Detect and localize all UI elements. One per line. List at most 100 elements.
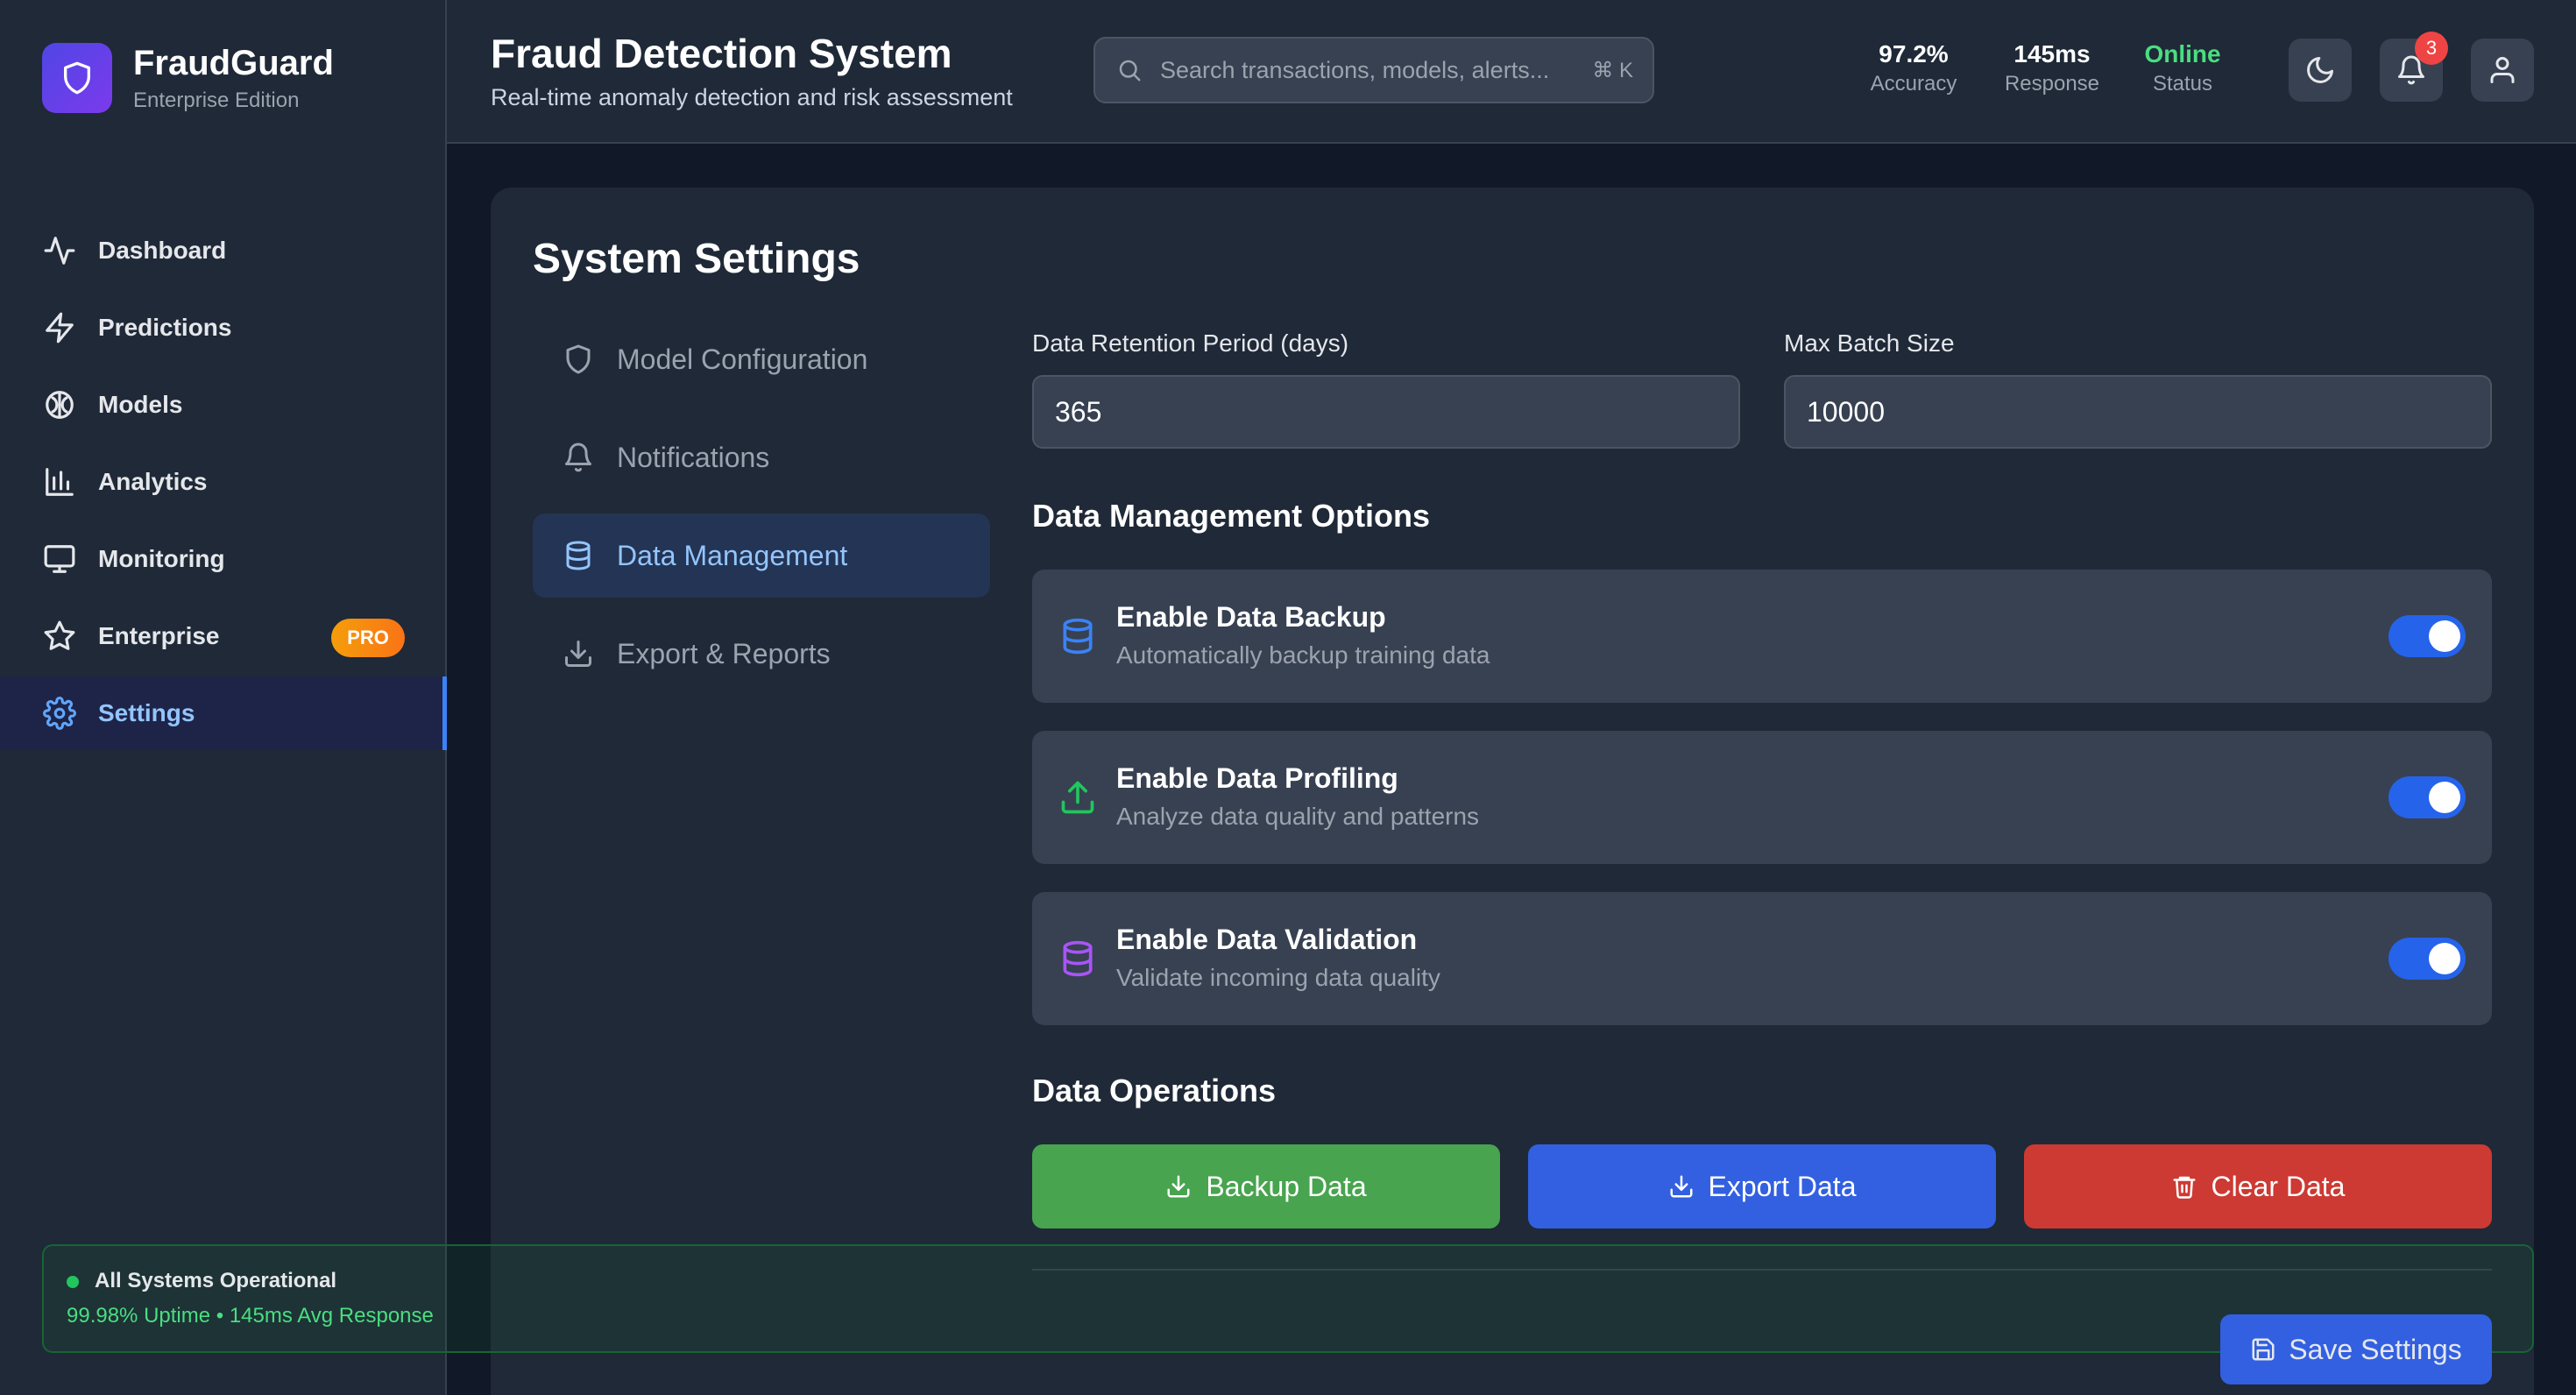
page-title: Fraud Detection System (491, 31, 952, 76)
nav-item-analytics[interactable]: Analytics (0, 445, 447, 519)
nav-label: Settings (98, 699, 195, 726)
save-icon (2250, 1336, 2276, 1363)
tab-label: Notifications (617, 441, 770, 473)
tab-export-reports[interactable]: Export & Reports (533, 612, 990, 696)
brand[interactable]: FraudGuard Enterprise Edition (42, 42, 334, 114)
moon-icon (2304, 54, 2336, 86)
top-header: Fraud Detection System Real-time anomaly… (447, 0, 2576, 144)
option-title: Enable Data Backup (1116, 601, 1386, 633)
toggle-knob (2429, 782, 2460, 813)
nav-label: Dashboard (98, 237, 227, 264)
system-status-bar: All Systems Operational 99.98% Uptime • … (42, 1244, 2534, 1353)
status-detail: 99.98% Uptime • 145ms Avg Response (67, 1304, 434, 1328)
star-icon (42, 619, 77, 654)
notification-count-badge: 3 (2415, 32, 2448, 65)
data-validation-toggle[interactable] (2388, 938, 2466, 980)
download-icon (1668, 1173, 1695, 1200)
nav-item-enterprise[interactable]: Enterprise PRO (0, 599, 447, 673)
nav-item-monitoring[interactable]: Monitoring (0, 522, 447, 596)
stat-label: Response (2004, 72, 2100, 96)
batch-size-input[interactable]: 10000 (1784, 375, 2492, 449)
sidebar: FraudGuard Enterprise Edition Dashboard … (0, 0, 447, 1395)
database-icon (1058, 939, 1097, 978)
nav-label: Enterprise (98, 622, 220, 649)
monitor-icon (42, 542, 77, 577)
options-section-title: Data Management Options (1032, 498, 1431, 534)
notifications-button[interactable]: 3 (2380, 32, 2448, 102)
nav-label: Models (98, 391, 183, 418)
option-title: Enable Data Validation (1116, 924, 1418, 955)
tab-label: Model Configuration (617, 343, 868, 375)
option-data-backup: Enable Data Backup Automatically backup … (1032, 570, 2492, 703)
database-icon (1058, 617, 1097, 655)
export-data-button[interactable]: Export Data (1528, 1144, 1996, 1229)
tab-data-management[interactable]: Data Management (533, 513, 990, 598)
data-backup-toggle[interactable] (2388, 615, 2466, 657)
trash-icon (2171, 1173, 2197, 1200)
option-data-profiling: Enable Data Profiling Analyze data quali… (1032, 731, 2492, 864)
toggle-knob (2429, 943, 2460, 974)
pro-badge: PRO (331, 619, 405, 657)
data-profiling-toggle[interactable] (2388, 776, 2466, 818)
batch-size-label: Max Batch Size (1784, 329, 1955, 357)
activity-icon (42, 233, 77, 268)
search-shortcut: ⌘ K (1592, 58, 1633, 82)
status-title: All Systems Operational (95, 1269, 337, 1292)
backup-data-button[interactable]: Backup Data (1032, 1144, 1500, 1229)
nav-label: Predictions (98, 314, 232, 341)
upload-icon (1058, 778, 1097, 817)
clear-data-button[interactable]: Clear Data (2024, 1144, 2492, 1229)
theme-toggle-button[interactable] (2289, 39, 2352, 102)
brand-name: FraudGuard (133, 44, 334, 82)
stat-label: Status (2152, 72, 2213, 96)
retention-label: Data Retention Period (days) (1032, 329, 1349, 357)
nav-item-dashboard[interactable]: Dashboard (0, 214, 447, 287)
button-label: Save Settings (2289, 1333, 2462, 1365)
operations-section-title: Data Operations (1032, 1073, 1277, 1108)
tab-notifications[interactable]: Notifications (533, 415, 990, 499)
user-icon (2487, 54, 2518, 86)
brain-icon (42, 387, 77, 422)
save-settings-button[interactable]: Save Settings (2220, 1314, 2492, 1384)
nav-label: Monitoring (98, 545, 225, 572)
nav-label: Analytics (98, 468, 208, 495)
nav-item-models[interactable]: Models (0, 368, 447, 442)
settings-tabs: Model Configuration Notifications Data M… (533, 317, 990, 710)
page-subtitle: Real-time anomaly detection and risk ass… (491, 84, 1013, 110)
button-label: Export Data (1708, 1170, 1857, 1202)
tab-label: Export & Reports (617, 637, 831, 669)
nav-item-settings[interactable]: Settings (0, 676, 447, 750)
brand-edition: Enterprise Edition (133, 89, 300, 112)
tab-model-configuration[interactable]: Model Configuration (533, 317, 990, 401)
stat-value: 97.2% (1879, 40, 1949, 67)
zap-icon (42, 310, 77, 345)
status-dot (67, 1276, 79, 1288)
settings-card: System Settings Model Configuration Noti… (491, 188, 2534, 1395)
gear-icon (42, 696, 77, 731)
option-data-validation: Enable Data Validation Validate incoming… (1032, 892, 2492, 1025)
toggle-knob (2429, 620, 2460, 652)
option-description: Automatically backup training data (1116, 641, 1490, 669)
search-input[interactable] (1160, 56, 1581, 84)
search-bar[interactable]: ⌘ K (1093, 37, 1654, 103)
bar-chart-icon (42, 464, 77, 499)
stat-value: 145ms (2013, 40, 2091, 67)
stat-value: Online (2144, 40, 2221, 67)
button-label: Clear Data (2211, 1170, 2346, 1202)
stat-response: 145ms Response (1999, 39, 2105, 98)
download-icon (561, 636, 596, 671)
main-nav: Dashboard Predictions Models Analytics M… (0, 214, 447, 754)
shield-logo-icon (42, 43, 112, 113)
database-icon (561, 538, 596, 573)
stat-label: Accuracy (1870, 72, 1957, 96)
stat-status: Online Status (2134, 39, 2231, 98)
nav-item-predictions[interactable]: Predictions (0, 291, 447, 365)
download-icon (1165, 1173, 1192, 1200)
option-description: Validate incoming data quality (1116, 964, 1440, 991)
retention-input[interactable]: 365 (1032, 375, 1740, 449)
shield-icon (561, 342, 596, 377)
user-menu-button[interactable] (2471, 39, 2534, 102)
option-title: Enable Data Profiling (1116, 762, 1398, 794)
search-icon (1116, 57, 1143, 83)
bell-icon (561, 440, 596, 475)
